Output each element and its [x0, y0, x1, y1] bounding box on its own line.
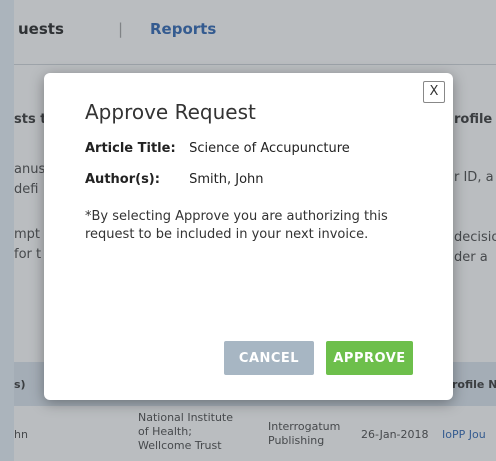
article-title-value: Science of Accupuncture — [189, 141, 350, 156]
article-title-row: Article Title: Science of Accupuncture — [85, 141, 350, 156]
article-title-label: Article Title: — [85, 141, 176, 156]
close-button[interactable]: X — [423, 81, 445, 103]
dialog-title: Approve Request — [85, 100, 256, 124]
approve-button[interactable]: APPROVE — [326, 341, 413, 375]
authors-label: Author(s): — [85, 172, 160, 187]
authors-row: Author(s): Smith, John — [85, 172, 264, 187]
cancel-button[interactable]: CANCEL — [224, 341, 314, 375]
authors-value: Smith, John — [189, 172, 264, 187]
invoice-notice: *By selecting Approve you are authorizin… — [85, 209, 388, 242]
approve-request-dialog: X Approve Request Article Title: Science… — [44, 73, 453, 400]
